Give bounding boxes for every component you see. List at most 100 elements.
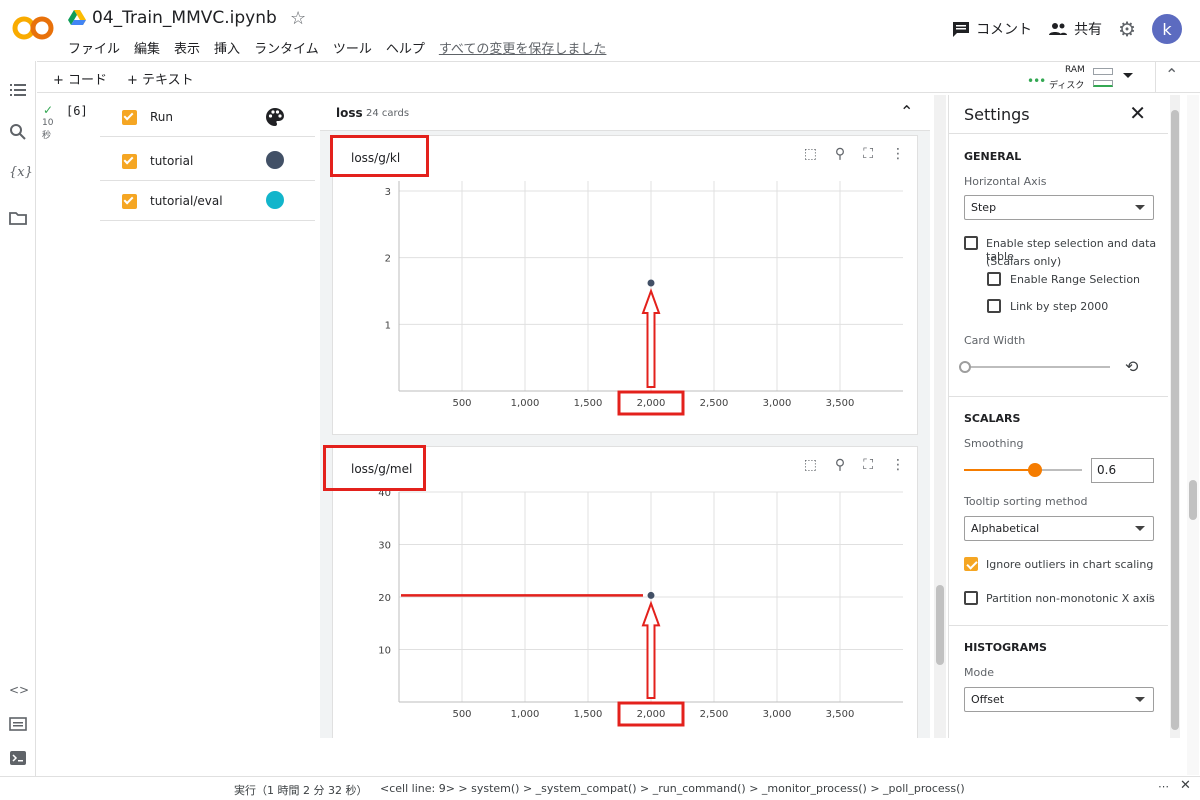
- notebook-title[interactable]: 04_Train_MMVC.ipynb: [92, 8, 277, 28]
- chevron-down-icon: [1135, 697, 1145, 702]
- horizontal-axis-label: Horizontal Axis: [964, 175, 1047, 188]
- execution-status: 実行（1 時間 2 分 32 秒）: [234, 784, 368, 797]
- colab-logo[interactable]: [12, 14, 54, 42]
- disk-meter: [1093, 80, 1113, 87]
- page-scrollbar-thumb[interactable]: [1189, 480, 1197, 520]
- ignore-outliers-checkbox[interactable]: [964, 557, 978, 571]
- pin-icon[interactable]: ⚲: [835, 146, 845, 162]
- fit-domain-icon[interactable]: ⬚: [804, 457, 817, 473]
- chart-kl[interactable]: 500 1,000 1,500 2,000 2,500 3,000 3,500 1 2 3: [333, 176, 919, 416]
- card-width-slider-handle[interactable]: [959, 361, 971, 373]
- chevron-down-icon: [1135, 205, 1145, 210]
- ignore-outliers-label: Ignore outliers in chart scaling: [986, 558, 1154, 571]
- call-stack[interactable]: <cell line: 9> > system() > _system_comp…: [380, 782, 965, 795]
- header-actions: コメント 共有 ⚙ k: [952, 14, 1182, 44]
- tooltip-sorting-select[interactable]: Alphabetical: [964, 516, 1154, 541]
- run-checkbox[interactable]: [122, 194, 137, 209]
- add-code-button[interactable]: + コード: [53, 69, 107, 88]
- more-horiz-icon[interactable]: ⋯: [1158, 780, 1169, 793]
- partition-checkbox[interactable]: [964, 591, 978, 605]
- fullscreen-icon[interactable]: ⛶: [863, 457, 873, 473]
- divider: [949, 396, 1168, 397]
- menu-insert[interactable]: 挿入: [214, 38, 240, 57]
- gear-icon[interactable]: ⚙: [1118, 17, 1136, 41]
- run-color-swatch[interactable]: [266, 151, 284, 169]
- reset-icon[interactable]: ⟲: [1125, 357, 1138, 376]
- add-text-button[interactable]: + テキスト: [127, 69, 194, 88]
- star-icon[interactable]: ☆: [290, 8, 306, 29]
- main-scrollbar-thumb[interactable]: [936, 585, 944, 665]
- enable-step-checkbox[interactable]: [964, 236, 978, 250]
- close-icon[interactable]: ✕: [1129, 101, 1146, 125]
- horizontal-axis-value: Step: [971, 201, 997, 214]
- card-actions: ⬚ ⚲ ⛶ ⋮: [804, 146, 905, 162]
- enable-step-note: (Scalars only): [986, 255, 1062, 268]
- section-scalars: SCALARS: [964, 412, 1021, 425]
- y-tick-label: 30: [378, 541, 391, 552]
- card-group-header[interactable]: loss 24 cards ⌃: [320, 95, 930, 131]
- search-icon[interactable]: [9, 123, 27, 141]
- chevron-down-icon[interactable]: [1123, 73, 1133, 78]
- data-point: [647, 591, 655, 599]
- y-tick-label: 2: [385, 254, 391, 265]
- x-tick-label: 500: [452, 398, 471, 409]
- fit-domain-icon[interactable]: ⬚: [804, 146, 817, 162]
- settings-scrollbar-track[interactable]: [1170, 95, 1180, 738]
- enable-range-checkbox[interactable]: [987, 272, 1001, 286]
- share-label: 共有: [1074, 22, 1103, 38]
- code-snippets-icon[interactable]: <>: [9, 683, 29, 701]
- chart-mel[interactable]: 500 1,000 1,500 2,000 2,500 3,000 3,5001020304…: [333, 487, 919, 727]
- avatar[interactable]: k: [1152, 14, 1182, 44]
- title-highlight-box: [323, 445, 426, 491]
- help-icon[interactable]: ⓘ: [1146, 593, 1154, 604]
- cell-gutter: ✓ 10 秒 [6]: [37, 95, 97, 775]
- y-tick-label: 20: [378, 593, 391, 604]
- main-scrollbar-track[interactable]: [934, 95, 946, 738]
- settings-scrollbar-thumb[interactable]: [1171, 110, 1179, 730]
- run-row-tutorial-eval[interactable]: tutorial/eval: [100, 181, 315, 221]
- table-of-contents-icon[interactable]: [9, 81, 27, 99]
- menu-runtime[interactable]: ランタイム: [254, 38, 319, 57]
- run-checkbox[interactable]: [122, 110, 137, 125]
- menu-tools[interactable]: ツール: [333, 38, 372, 57]
- share-button[interactable]: 共有: [1048, 19, 1102, 39]
- link-by-step-checkbox[interactable]: [987, 299, 1001, 313]
- collapse-up-icon[interactable]: ⌃: [900, 102, 913, 121]
- run-row-tutorial[interactable]: tutorial: [100, 141, 315, 181]
- run-row-run[interactable]: Run: [100, 97, 315, 137]
- execution-count[interactable]: [6]: [66, 104, 88, 118]
- run-color-swatch[interactable]: [266, 191, 284, 209]
- menu-file[interactable]: ファイル: [68, 38, 120, 57]
- histogram-mode-select[interactable]: Offset: [964, 687, 1154, 712]
- smoothing-input[interactable]: 0.6: [1091, 458, 1154, 483]
- x-tick-label: 1,000: [511, 709, 540, 720]
- more-vert-icon[interactable]: ⋮: [891, 457, 905, 473]
- terminal-icon[interactable]: [9, 749, 27, 767]
- annotation-arrow: [641, 288, 661, 388]
- google-drive-icon[interactable]: [68, 10, 86, 26]
- enable-range-label: Enable Range Selection: [1010, 273, 1141, 286]
- page-scrollbar-track[interactable]: [1187, 95, 1199, 775]
- comment-button[interactable]: コメント: [952, 19, 1032, 39]
- comment-icon: [953, 22, 970, 37]
- command-palette-icon[interactable]: [9, 715, 27, 733]
- palette-icon[interactable]: [265, 107, 285, 127]
- card-width-slider-track[interactable]: [965, 366, 1110, 368]
- smoothing-slider-handle[interactable]: [1027, 463, 1042, 477]
- collapse-up-icon[interactable]: ⌃: [1165, 65, 1178, 84]
- fullscreen-icon[interactable]: ⛶: [863, 146, 873, 162]
- close-icon[interactable]: ✕: [1180, 778, 1191, 793]
- variables-icon[interactable]: {x}: [9, 165, 33, 183]
- menu-edit[interactable]: 編集: [134, 38, 160, 57]
- pin-icon[interactable]: ⚲: [835, 457, 845, 473]
- folder-icon[interactable]: [9, 209, 27, 227]
- horizontal-axis-select[interactable]: Step: [964, 195, 1154, 220]
- x-tick-label: 2,000: [637, 709, 666, 720]
- run-label: tutorial/eval: [150, 194, 223, 208]
- resource-monitor[interactable]: ••• RAM ディスク: [1027, 65, 1147, 91]
- menu-view[interactable]: 表示: [174, 38, 200, 57]
- menu-help[interactable]: ヘルプ: [386, 38, 425, 57]
- run-checkbox[interactable]: [122, 154, 137, 169]
- save-status[interactable]: すべての変更を保存しました: [439, 38, 607, 57]
- more-vert-icon[interactable]: ⋮: [891, 146, 905, 162]
